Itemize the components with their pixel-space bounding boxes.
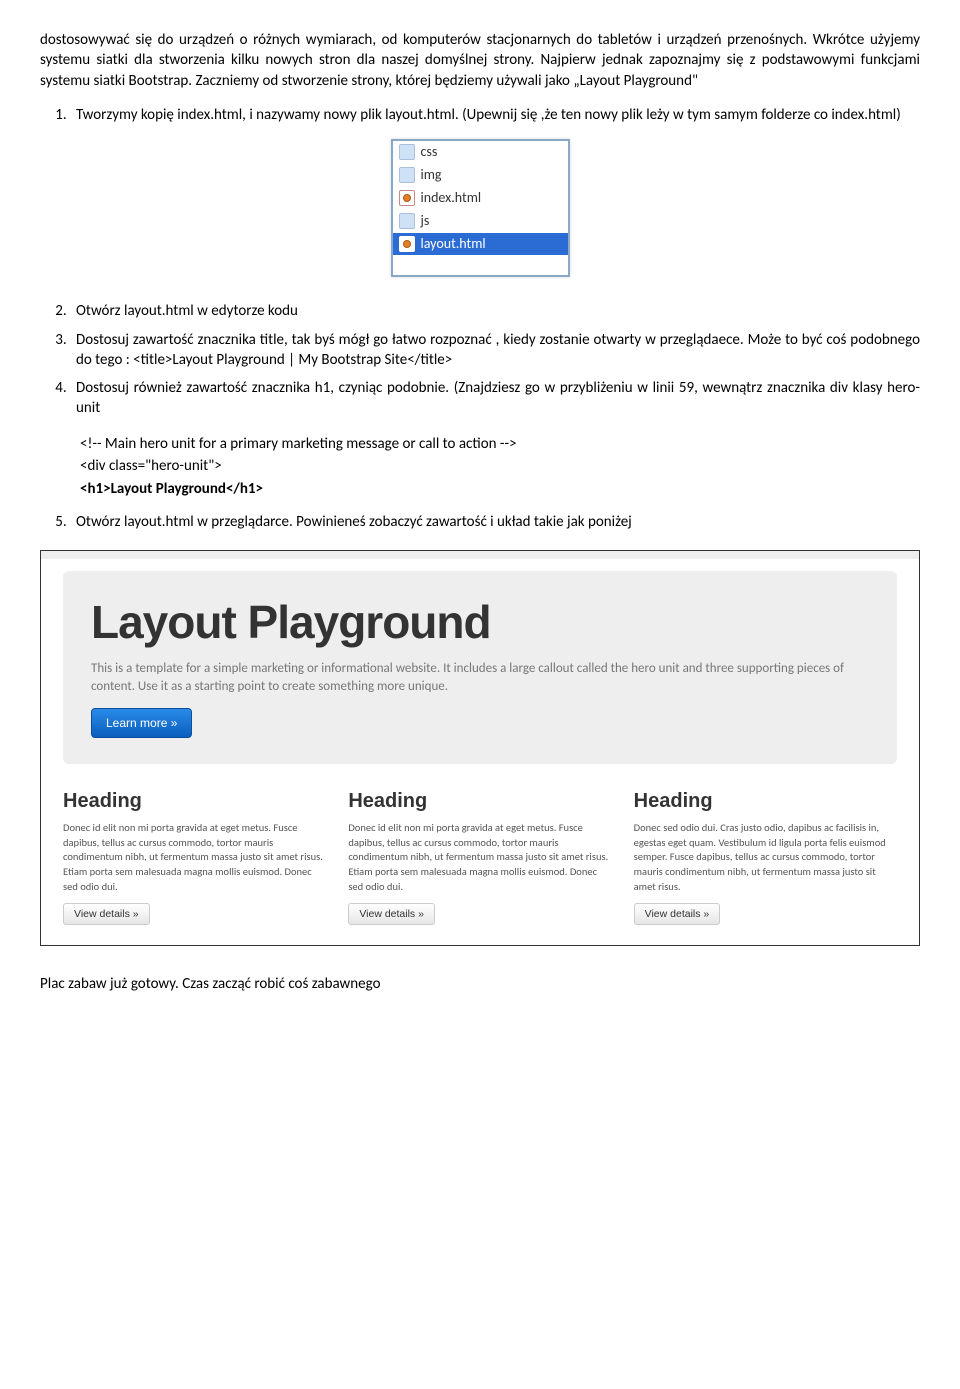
file-row-empty xyxy=(393,255,568,275)
code-line-2: <div class="hero-unit"> xyxy=(80,455,920,478)
file-row-layout: layout.html xyxy=(393,233,568,256)
intro-paragraph: dostosowywać się do urządzeń o różnych w… xyxy=(40,30,920,91)
view-details-button[interactable]: View details » xyxy=(634,903,721,925)
hero-lead: This is a template for a simple marketin… xyxy=(91,660,869,696)
view-details-button[interactable]: View details » xyxy=(348,903,435,925)
file-row-css: css xyxy=(393,141,568,164)
column-text: Donec id elit non mi porta gravida at eg… xyxy=(63,821,326,894)
browser-screenshot: Layout Playground This is a template for… xyxy=(40,550,920,945)
hero-title: Layout Playground xyxy=(91,591,869,653)
file-row-index: index.html xyxy=(393,187,568,210)
ordered-list-2: Otwórz layout.html w edytorze kodu Dosto… xyxy=(70,301,920,418)
ordered-list-1: Tworzymy kopię index.html, i nazywamy no… xyxy=(70,105,920,125)
column-text: Donec sed odio dui. Cras justo odio, dap… xyxy=(634,821,897,894)
file-icon xyxy=(399,236,415,252)
column-heading: Heading xyxy=(634,788,897,815)
view-details-button[interactable]: View details » xyxy=(63,903,150,925)
learn-more-button[interactable]: Learn more » xyxy=(91,708,192,738)
column-heading: Heading xyxy=(348,788,611,815)
file-name: img xyxy=(421,166,442,185)
list-item-2: Otwórz layout.html w edytorze kodu xyxy=(70,301,920,321)
feature-columns: Heading Donec id elit non mi porta gravi… xyxy=(63,788,897,925)
list-item-4: Dostosuj również zawartość znacznika h1,… xyxy=(70,378,920,419)
file-name: css xyxy=(421,143,438,162)
feature-column-3: Heading Donec sed odio dui. Cras justo o… xyxy=(634,788,897,925)
file-icon xyxy=(399,190,415,206)
list-item-5: Otwórz layout.html w przeglądarce. Powin… xyxy=(70,512,920,532)
file-row-img: img xyxy=(393,164,568,187)
code-snippet: <!-- Main hero unit for a primary market… xyxy=(80,433,920,501)
column-text: Donec id elit non mi porta gravida at eg… xyxy=(348,821,611,894)
list-item-3: Dostosuj zawartość znacznika title, tak … xyxy=(70,330,920,371)
closing-paragraph: Plac zabaw już gotowy. Czas zacząć robić… xyxy=(40,974,920,994)
file-name: index.html xyxy=(421,189,482,208)
file-list: css img index.html js layout.html xyxy=(391,139,570,277)
folder-icon xyxy=(399,213,415,229)
file-list-screenshot: css img index.html js layout.html xyxy=(40,139,920,277)
bootstrap-template: Layout Playground This is a template for… xyxy=(40,550,920,945)
ordered-list-3: Otwórz layout.html w przeglądarce. Powin… xyxy=(70,512,920,532)
feature-column-1: Heading Donec id elit non mi porta gravi… xyxy=(63,788,326,925)
file-name: layout.html xyxy=(421,235,486,254)
code-line-3: <h1>Layout Playground</h1> xyxy=(80,478,920,501)
navbar-placeholder xyxy=(41,551,919,559)
list-item-1: Tworzymy kopię index.html, i nazywamy no… xyxy=(70,105,920,125)
column-heading: Heading xyxy=(63,788,326,815)
file-name: js xyxy=(421,212,430,231)
folder-icon xyxy=(399,167,415,183)
folder-icon xyxy=(399,144,415,160)
file-row-js: js xyxy=(393,210,568,233)
code-line-1: <!-- Main hero unit for a primary market… xyxy=(80,433,920,456)
hero-unit: Layout Playground This is a template for… xyxy=(63,571,897,764)
feature-column-2: Heading Donec id elit non mi porta gravi… xyxy=(348,788,611,925)
